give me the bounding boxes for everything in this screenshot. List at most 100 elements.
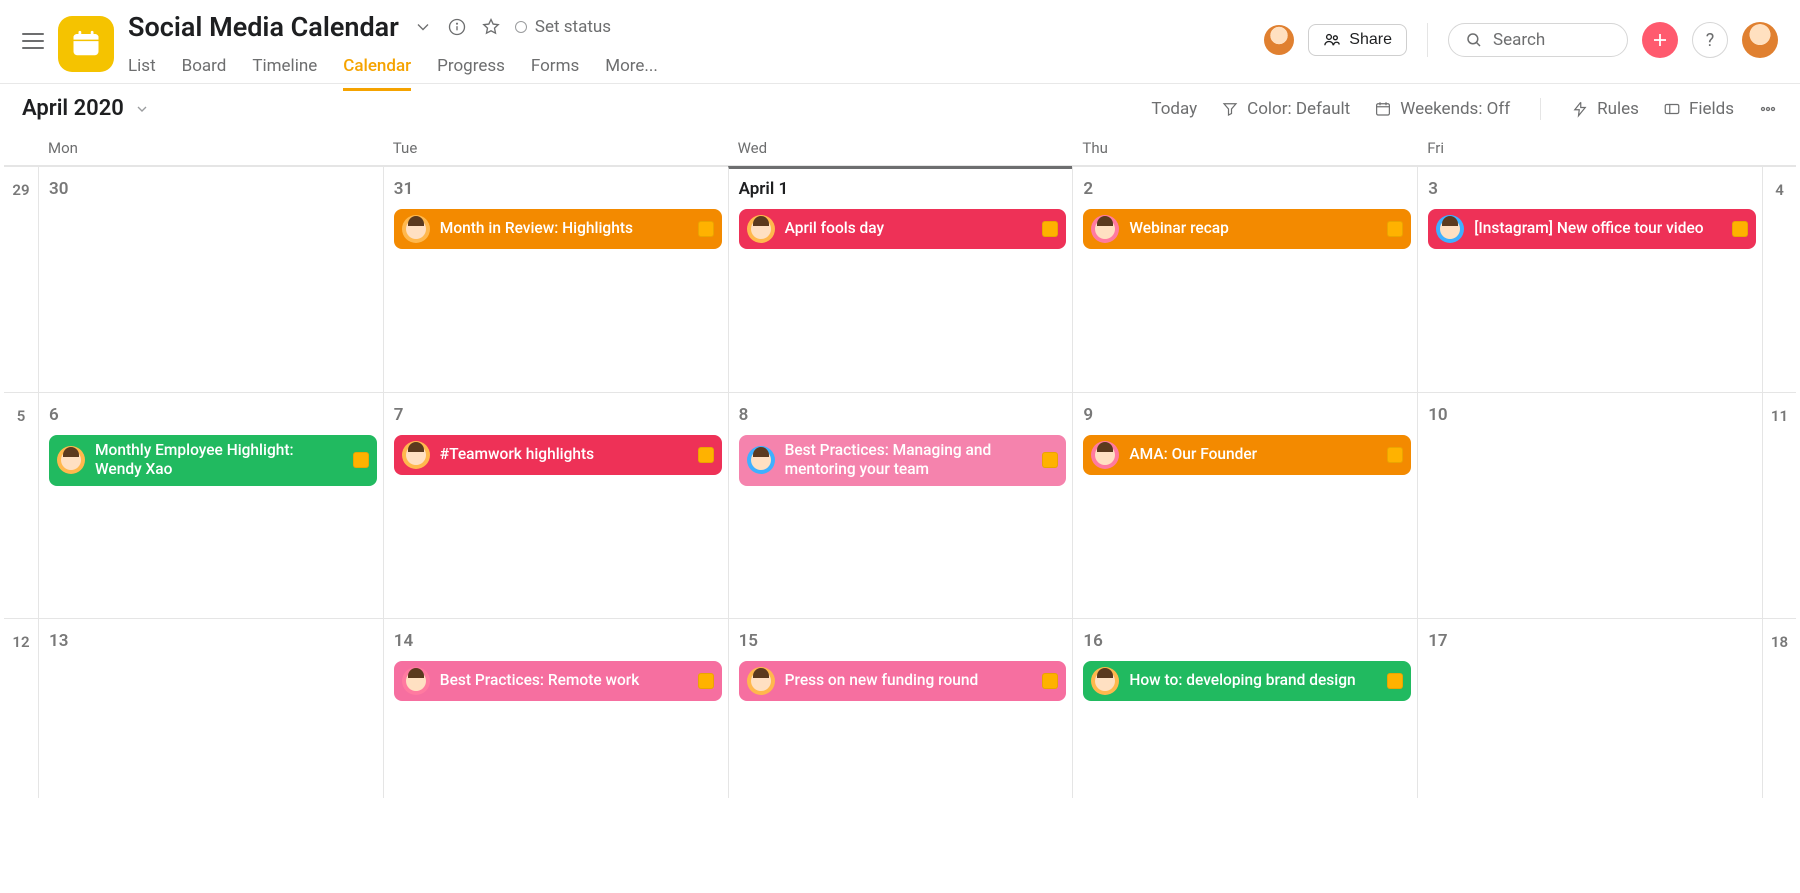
day-number: 3 [1428,179,1756,199]
task-card[interactable]: Webinar recap [1083,209,1411,249]
task-card[interactable]: Monthly Employee Highlight: Wendy Xao [49,435,377,486]
day-number: 13 [49,631,377,651]
task-card[interactable]: #Teamwork highlights [394,435,722,475]
chevron-down-icon [134,101,150,117]
day-number: 6 [49,405,377,425]
assignee-avatar [747,446,775,474]
weekday-header: Mon [38,133,383,166]
task-card[interactable]: Month in Review: Highlights [394,209,722,249]
calendar-day[interactable]: 6 Monthly Employee Highlight: Wendy Xao [38,392,383,618]
task-title: Press on new funding round [785,671,1033,690]
week-gutter-right: 18 [1762,618,1796,798]
week-gutter-left: 29 [4,166,38,392]
day-number: 31 [394,179,722,199]
task-title: How to: developing brand design [1129,671,1377,690]
assignee-avatar [1091,441,1119,469]
calendar-day[interactable]: 10 [1417,392,1762,618]
task-title: AMA: Our Founder [1129,445,1377,464]
user-avatar[interactable] [1742,22,1778,58]
assignee-avatar [402,441,430,469]
tab-more[interactable]: More... [605,50,658,91]
project-dropdown-icon[interactable] [413,17,433,37]
task-tag-icon [1387,447,1403,463]
calendar-day[interactable]: 7#Teamwork highlights [383,392,728,618]
help-button[interactable]: ? [1692,22,1728,58]
calendar-day[interactable]: 3 [Instagram] New office tour video [1417,166,1762,392]
task-tag-icon [698,673,714,689]
lightning-icon [1571,100,1589,118]
funnel-icon [1221,100,1239,118]
task-card[interactable]: AMA: Our Founder [1083,435,1411,475]
star-icon[interactable] [481,17,501,37]
share-button[interactable]: Share [1308,24,1407,56]
weekends-toggle[interactable]: Weekends: Off [1374,99,1510,119]
assignee-avatar [1436,215,1464,243]
task-title: Webinar recap [1129,219,1377,238]
assignee-avatar [1091,215,1119,243]
tab-progress[interactable]: Progress [437,50,505,91]
color-label: Color: Default [1247,99,1350,119]
task-card[interactable]: Press on new funding round [739,661,1067,701]
calendar-day[interactable]: 8Best Practices: Managing and mentoring … [728,392,1073,618]
share-label: Share [1349,31,1392,49]
fields-button[interactable]: Fields [1663,99,1734,119]
month-picker[interactable]: April 2020 [22,96,150,121]
task-card[interactable]: April fools day [739,209,1067,249]
day-number: 10 [1428,405,1756,425]
calendar-day[interactable]: April 1April fools day [728,166,1073,392]
weekends-label: Weekends: Off [1400,99,1510,119]
info-icon[interactable] [447,17,467,37]
set-status-button[interactable]: Set status [515,17,611,37]
project-title[interactable]: Social Media Calendar [128,11,399,43]
day-number: 30 [49,179,377,199]
assignee-avatar [57,446,85,474]
calendar-day[interactable]: 17 [1417,618,1762,798]
calendar-day[interactable]: 13 [38,618,383,798]
calendar-day[interactable]: 2Webinar recap [1072,166,1417,392]
header-divider [1427,23,1428,57]
create-button[interactable] [1642,22,1678,58]
task-card[interactable]: Best Practices: Managing and mentoring y… [739,435,1067,486]
tab-board[interactable]: Board [182,50,227,91]
people-icon [1323,31,1341,49]
calendar-day[interactable]: 14 Best Practices: Remote work [383,618,728,798]
more-actions-button[interactable] [1758,99,1778,119]
today-label: Today [1151,99,1197,119]
task-tag-icon [1387,673,1403,689]
task-tag-icon [1387,221,1403,237]
week-gutter-left: 5 [4,392,38,618]
calendar-day[interactable]: 15Press on new funding round [728,618,1073,798]
calendar-day[interactable]: 30 [38,166,383,392]
member-avatar[interactable] [1264,25,1294,55]
task-card[interactable]: Best Practices: Remote work [394,661,722,701]
task-title: Month in Review: Highlights [440,219,688,238]
menu-toggle-icon[interactable] [22,28,44,54]
task-tag-icon [353,452,369,468]
assignee-avatar [1091,667,1119,695]
task-title: #Teamwork highlights [440,445,688,464]
day-number: 9 [1083,405,1411,425]
search-placeholder: Search [1493,30,1545,50]
task-tag-icon [698,447,714,463]
day-number: 14 [394,631,722,651]
today-button[interactable]: Today [1151,99,1197,119]
calendar-day[interactable]: 16 How to: developing brand design [1072,618,1417,798]
task-card[interactable]: How to: developing brand design [1083,661,1411,701]
rules-button[interactable]: Rules [1571,99,1639,119]
search-input[interactable]: Search [1448,23,1628,57]
tab-list[interactable]: List [128,50,156,91]
tab-calendar[interactable]: Calendar [343,50,411,91]
dots-icon [1758,99,1778,119]
calendar-day[interactable]: 31 Month in Review: Highlights [383,166,728,392]
tab-timeline[interactable]: Timeline [252,50,317,91]
task-card[interactable]: [Instagram] New office tour video [1428,209,1756,249]
plus-icon [1651,31,1669,49]
project-icon[interactable] [58,16,114,72]
fields-icon [1663,100,1681,118]
assignee-avatar [747,667,775,695]
calendar-day[interactable]: 9 AMA: Our Founder [1072,392,1417,618]
week-gutter-right: 4 [1762,166,1796,392]
day-number: 16 [1083,631,1411,651]
color-filter[interactable]: Color: Default [1221,99,1350,119]
tab-forms[interactable]: Forms [531,50,579,91]
